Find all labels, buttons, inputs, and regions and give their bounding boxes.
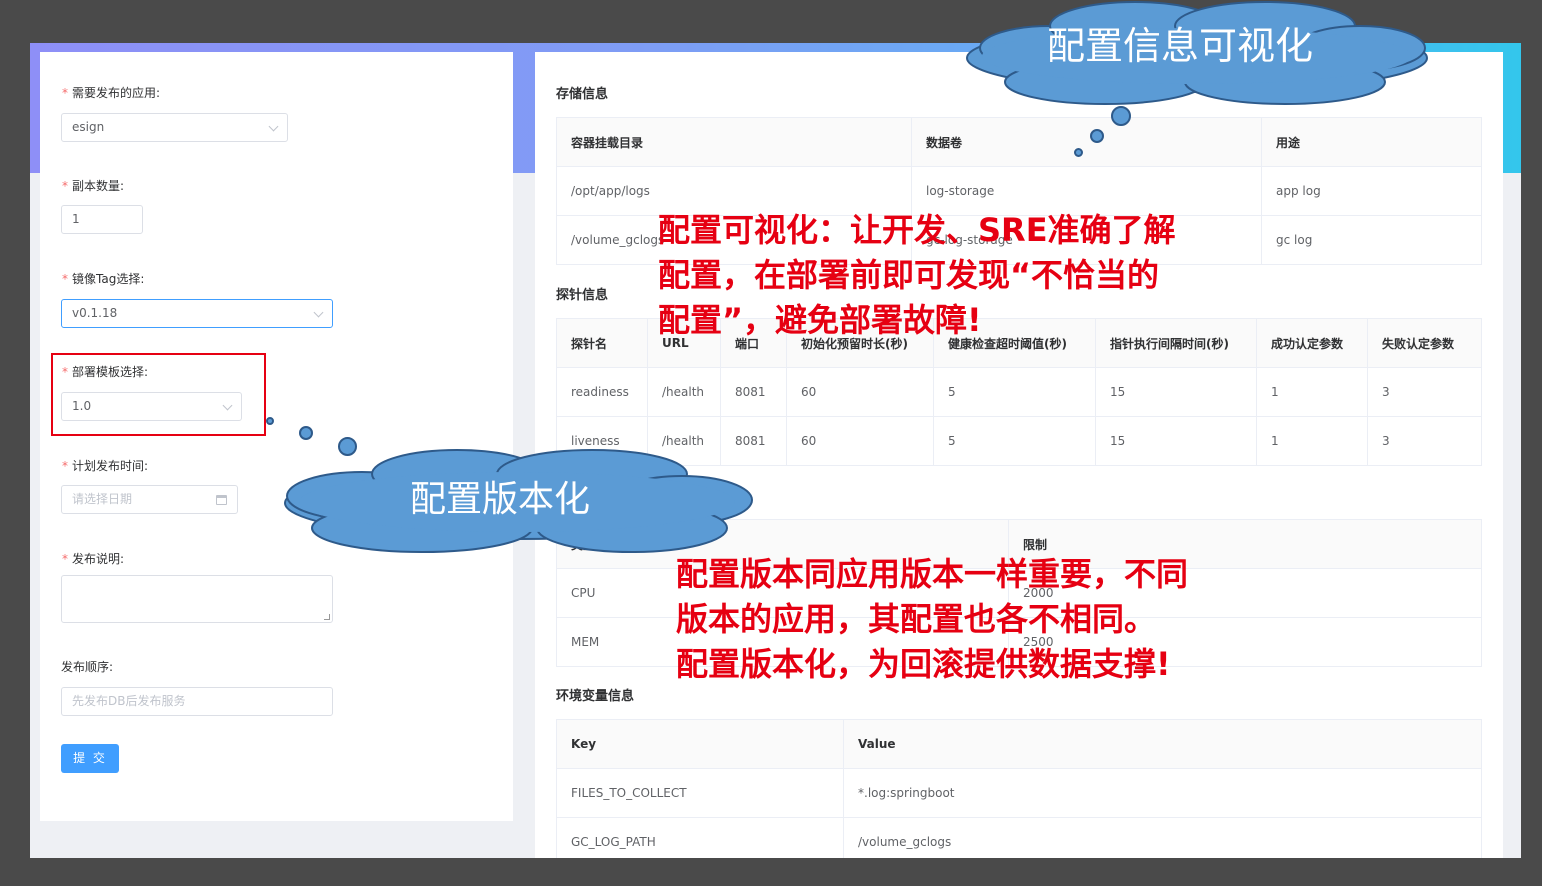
column-header: Key <box>556 719 844 769</box>
thought-bubble <box>299 426 313 440</box>
table-cell: 1 <box>1256 416 1368 466</box>
table-row: GC_LOG_PATH /volume_gclogs <box>556 817 1482 858</box>
table-cell: 8081 <box>720 367 787 417</box>
column-header: 探针名 <box>556 318 648 368</box>
schedule-date-picker[interactable]: 请选择日期 <box>61 485 238 514</box>
annotation-line: 配置版本同应用版本一样重要，不同 <box>676 555 1189 593</box>
annotation-line: 配置可视化：让开发、SRE准确了解 <box>658 211 1176 249</box>
calendar-icon <box>216 495 227 505</box>
table-cell: gc log <box>1261 215 1482 265</box>
table-cell: /health <box>647 367 721 417</box>
submit-button[interactable]: 提 交 <box>61 744 119 773</box>
template-select[interactable]: 1.0 <box>61 392 242 421</box>
column-header: Value <box>843 719 1482 769</box>
app-label: * 需要发布的应用: <box>62 86 161 100</box>
column-header: 失败认定参数 <box>1367 318 1482 368</box>
cloud-top-text: 配置信息可视化 <box>1046 24 1313 68</box>
annotation-line: 配置”，避免部署故障! <box>658 301 982 339</box>
table-cell: *.log:springboot <box>843 768 1482 818</box>
table-cell: 1 <box>1256 367 1368 417</box>
thought-bubble <box>266 417 274 425</box>
app-window: * 需要发布的应用: esign * 副本数量: 1 * 镜像Tag选择: v0.1.… <box>30 43 1521 858</box>
chevron-down-icon <box>268 121 279 132</box>
table-row: readiness /health 8081 60 5 15 1 3 <box>556 367 1482 417</box>
template-label: * 部署模板选择: <box>62 365 149 379</box>
table-cell: 5 <box>933 416 1096 466</box>
env-title: 环境变量信息 <box>556 689 635 704</box>
env-table: Key Value FILES_TO_COLLECT *.log:springb… <box>556 719 1482 858</box>
chevron-down-icon <box>222 400 233 411</box>
annotation-line: 配置版本化，为回滚提供数据支撑! <box>676 645 1171 683</box>
thought-bubble <box>1090 129 1104 143</box>
replicas-label: * 副本数量: <box>62 179 125 193</box>
order-label: 发布顺序: <box>61 660 114 674</box>
notes-label: * 发布说明: <box>62 552 125 566</box>
table-cell: 3 <box>1367 416 1482 466</box>
column-header: 用途 <box>1261 117 1482 167</box>
table-cell: 60 <box>786 367 934 417</box>
app-select[interactable]: esign <box>61 113 288 142</box>
release-form-panel: * 需要发布的应用: esign * 副本数量: 1 * 镜像Tag选择: v0.1.… <box>40 52 513 821</box>
replicas-input[interactable]: 1 <box>61 205 143 234</box>
image-tag-label: * 镜像Tag选择: <box>62 272 145 286</box>
annotation-line: 版本的应用，其配置也各不相同。 <box>676 600 1157 638</box>
annotation-visualization: 配置可视化：让开发、SRE准确了解 配置，在部署前即可发现“不恰当的 配置”，避… <box>658 208 1176 343</box>
column-header: 数据卷 <box>911 117 1262 167</box>
table-cell: GC_LOG_PATH <box>556 817 844 858</box>
thought-bubble <box>1074 148 1083 157</box>
image-tag-select[interactable]: v0.1.18 <box>61 299 333 328</box>
schedule-label: * 计划发布时间: <box>62 459 149 473</box>
table-cell: FILES_TO_COLLECT <box>556 768 844 818</box>
table-row: FILES_TO_COLLECT *.log:springboot <box>556 768 1482 818</box>
annotation-line: 配置，在部署前即可发现“不恰当的 <box>658 256 1160 294</box>
table-cell: /volume_gclogs <box>843 817 1482 858</box>
table-header-row: Key Value <box>556 719 1482 769</box>
table-cell: 3 <box>1367 367 1482 417</box>
thought-bubble <box>338 437 357 456</box>
table-cell: app log <box>1261 166 1482 216</box>
table-cell: 5 <box>933 367 1096 417</box>
table-header-row: 容器挂载目录 数据卷 用途 <box>556 117 1482 167</box>
table-cell: 60 <box>786 416 934 466</box>
notes-textarea[interactable] <box>61 575 333 623</box>
storage-title: 存储信息 <box>556 87 609 102</box>
table-cell: 15 <box>1095 367 1257 417</box>
thought-bubble <box>1111 106 1131 126</box>
resize-handle-icon[interactable] <box>324 614 330 620</box>
cloud-left-text: 配置版本化 <box>409 479 590 520</box>
annotation-versioning: 配置版本同应用版本一样重要，不同 版本的应用，其配置也各不相同。 配置版本化，为… <box>676 552 1188 687</box>
column-header: 成功认定参数 <box>1256 318 1368 368</box>
table-cell: 15 <box>1095 416 1257 466</box>
table-cell: readiness <box>556 367 648 417</box>
chevron-down-icon <box>313 307 324 318</box>
order-input[interactable]: 先发布DB后发布服务 <box>61 687 333 716</box>
column-header: 容器挂载目录 <box>556 117 912 167</box>
probe-title: 探针信息 <box>556 288 609 303</box>
